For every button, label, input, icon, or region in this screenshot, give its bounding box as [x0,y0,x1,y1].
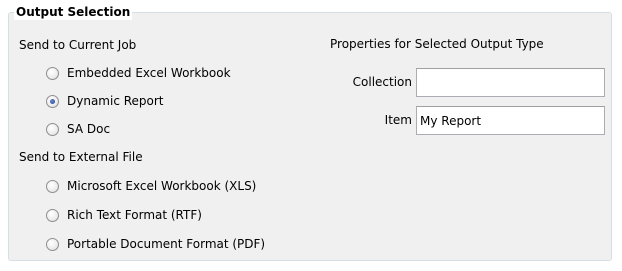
radio-button-icon[interactable] [46,237,59,251]
item-input[interactable] [416,106,605,135]
radio-button-selected-icon[interactable] [46,94,59,108]
radio-sa-doc[interactable]: SA Doc [46,121,110,137]
send-to-external-file-label: Send to External File [19,150,143,164]
radio-label: Portable Document Format (PDF) [67,237,266,251]
radio-label: SA Doc [67,122,111,136]
radio-dynamic-report[interactable]: Dynamic Report [46,93,164,109]
radio-button-icon[interactable] [46,122,59,136]
radio-button-icon[interactable] [46,208,59,222]
radio-label: Embedded Excel Workbook [67,66,231,80]
radio-label: Dynamic Report [67,94,164,108]
radio-rich-text-format-rtf[interactable]: Rich Text Format (RTF) [46,207,202,223]
radio-label: Microsoft Excel Workbook (XLS) [67,179,257,193]
radio-embedded-excel-workbook[interactable]: Embedded Excel Workbook [46,65,231,81]
send-to-current-job-label: Send to Current Job [19,38,137,52]
radio-microsoft-excel-workbook-xls[interactable]: Microsoft Excel Workbook (XLS) [46,178,256,194]
radio-portable-document-format-pdf[interactable]: Portable Document Format (PDF) [46,236,265,252]
properties-title: Properties for Selected Output Type [330,37,544,51]
collection-label: Collection [352,75,412,89]
radio-button-icon[interactable] [46,66,59,80]
item-label: Item [384,113,412,127]
collection-input[interactable] [416,68,605,97]
output-selection-title: Output Selection [14,5,133,20]
radio-label: Rich Text Format (RTF) [67,208,202,222]
radio-button-icon[interactable] [46,179,59,193]
